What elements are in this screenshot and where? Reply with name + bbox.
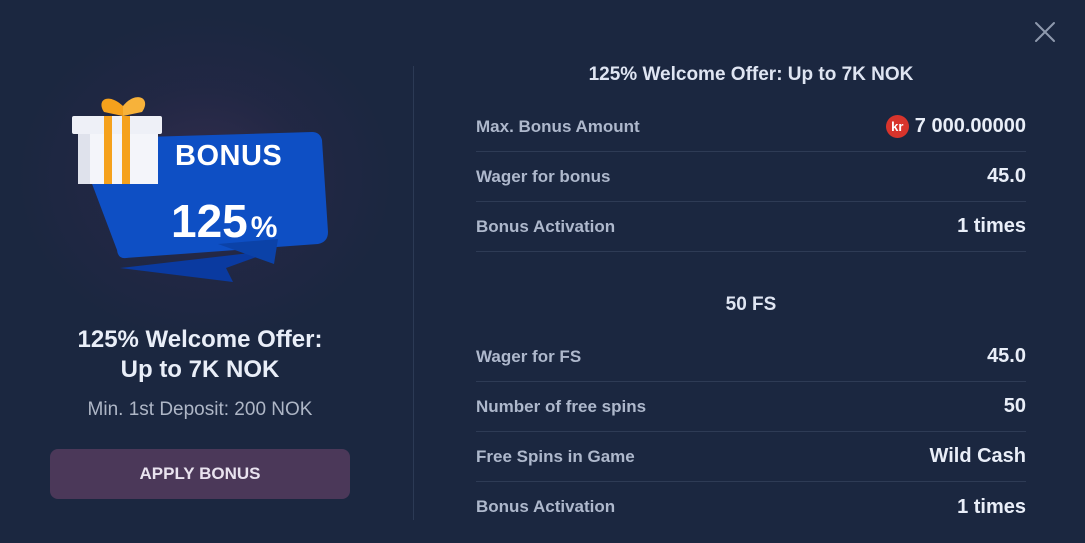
row-value: kr 7 000.00000 [885,115,1026,138]
row-label: Bonus Activation [476,497,616,516]
min-deposit: Min. 1st Deposit: 200 NOK [87,399,313,420]
row-label: Wager for FS [476,346,582,366]
row-label: Number of free spins [476,396,647,416]
offer-panel: BONUS 125% 125% Welcome Offer: Up to 7K … [0,0,414,543]
bonus-banner [72,97,329,282]
panel-divider [413,66,414,520]
banner-percent-value: 125 [171,195,248,247]
row-value: 1 times [957,495,1026,518]
row-label: Max. Bonus Amount [476,116,640,136]
close-button[interactable] [1033,20,1057,44]
fs-row-number: Number of free spins 50 [476,382,1026,432]
banner-label: BONUS [175,140,283,172]
offer-title: 125% Welcome Offer: Up to 7K NOK [77,326,323,383]
row-label: Bonus Activation [476,216,616,236]
fs-row-wager: Wager for FS 45.0 [476,332,1026,382]
row-value: Wild Cash [929,445,1027,467]
fs-section-title: 50 FS [725,294,777,315]
bonus-row-max-amount: Max. Bonus Amount kr 7 000.00000 [476,102,1026,152]
fs-row-activation: Bonus Activation 1 times [476,482,1026,532]
gift-icon [72,97,162,184]
row-label: Free Spins in Game [476,446,635,466]
bonus-row-wager: Wager for bonus 45.0 [476,152,1026,202]
fs-row-game: Free Spins in Game Wild Cash [476,432,1026,482]
bonus-row-activation: Bonus Activation 1 times [476,202,1026,252]
close-icon [1035,22,1055,42]
row-value: 45.0 [987,345,1026,367]
bonus-section-title: 125% Welcome Offer: Up to 7K NOK [588,64,914,85]
max-bonus-value: 7 000.00000 [914,115,1026,137]
banner-percent: 125% [171,194,277,248]
apply-bonus-button[interactable]: APPLY BONUS [50,449,350,499]
row-value: 1 times [957,215,1026,237]
row-value: 50 [1003,395,1026,417]
row-value: 45.0 [987,165,1026,187]
currency-kr-icon: kr [885,115,909,138]
row-label: Wager for bonus [476,166,611,186]
banner-percent-sign: % [250,211,278,244]
